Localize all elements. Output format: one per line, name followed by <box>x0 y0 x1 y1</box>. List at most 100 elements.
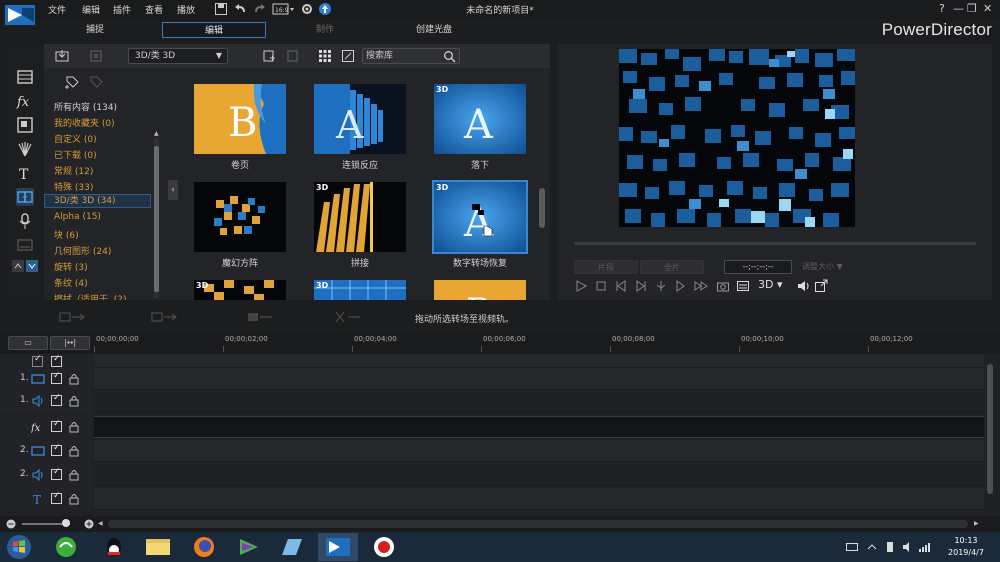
scroll-right-icon[interactable]: ▶ <box>974 520 979 527</box>
firefox-icon[interactable] <box>184 533 224 561</box>
particle-room-icon[interactable] <box>16 140 34 158</box>
category-custom[interactable]: 自定义 (0) <box>54 132 97 145</box>
transition-room-icon[interactable] <box>16 188 34 206</box>
lock-icon[interactable] <box>68 444 80 458</box>
clip-mode-button[interactable]: 片段 <box>574 260 638 274</box>
resize-dropdown[interactable]: 调整大小 ▼ <box>802 260 858 274</box>
media-room-icon[interactable] <box>16 68 34 86</box>
movie-mode-button[interactable]: 全片 <box>640 260 704 274</box>
fast-forward-icon[interactable] <box>694 279 708 293</box>
split-icon[interactable] <box>654 279 668 293</box>
fx-room-icon[interactable]: fx <box>16 92 34 110</box>
usb-device-icon[interactable] <box>884 541 896 553</box>
note-app-icon[interactable] <box>272 533 312 561</box>
track-enable-checkbox[interactable] <box>51 354 62 367</box>
trim-icon[interactable] <box>150 310 180 324</box>
lock-icon[interactable] <box>68 468 80 482</box>
track-lane[interactable] <box>94 354 984 368</box>
file-explorer-icon[interactable] <box>138 533 178 561</box>
speaker-icon[interactable] <box>902 541 914 553</box>
pip-room-icon[interactable] <box>16 116 34 134</box>
play-icon[interactable] <box>574 279 588 293</box>
fix-enhance-icon[interactable] <box>246 310 276 324</box>
time-ruler[interactable]: 00;00;00;00 00;00;02;00 00;00;04;00 00;0… <box>94 332 986 354</box>
plugin-icon[interactable] <box>89 49 103 63</box>
taskbar-clock[interactable]: 10:13 2019/4/7 <box>936 535 996 559</box>
grid-scrollbar[interactable] <box>538 68 546 300</box>
category-stripe[interactable]: 条纹 (4) <box>54 276 88 289</box>
category-rotate[interactable]: 旋转 (3) <box>54 260 88 273</box>
fit-timeline-button[interactable]: |↔| <box>50 336 90 350</box>
search-input[interactable] <box>366 50 442 62</box>
track-lane[interactable] <box>94 416 984 438</box>
remove-tag-icon[interactable] <box>88 74 104 90</box>
network-icon[interactable] <box>918 541 930 553</box>
subtitle-icon[interactable] <box>736 279 750 293</box>
3d-mode-button[interactable]: 3D ▾ <box>758 278 783 291</box>
arrow-up-icon[interactable] <box>12 260 24 272</box>
category-special[interactable]: 特殊 (33) <box>54 180 93 193</box>
undock-icon[interactable] <box>814 279 828 293</box>
track-lane[interactable] <box>94 440 984 462</box>
track-enable-checkbox[interactable] <box>51 443 62 456</box>
library-filter-select[interactable]: 3D/类 3D ▼ <box>128 48 228 64</box>
category-3d[interactable]: 3D/类 3D (34) <box>44 194 151 208</box>
screen-recorder-icon[interactable] <box>364 533 404 561</box>
title-room-icon[interactable]: T <box>16 164 34 182</box>
keyboard-icon[interactable] <box>846 541 858 553</box>
track-enable-checkbox[interactable] <box>51 467 62 480</box>
track-enable-checkbox[interactable] <box>51 393 62 406</box>
tab-create-disc[interactable]: 创建光盘 <box>394 22 474 38</box>
browser-360-icon[interactable] <box>46 533 86 561</box>
track-enable-checkbox[interactable] <box>51 419 62 432</box>
search-icon[interactable] <box>443 50 456 63</box>
stop-icon[interactable] <box>594 279 608 293</box>
arrow-down-icon[interactable] <box>26 260 38 272</box>
zoom-slider-knob[interactable] <box>62 519 70 527</box>
subtitle-room-icon[interactable] <box>16 236 34 254</box>
modify-icon[interactable] <box>58 310 88 324</box>
category-block[interactable]: 块 (6) <box>54 228 79 241</box>
next-scene-icon[interactable] <box>674 279 688 293</box>
help-button[interactable]: ? <box>939 2 945 15</box>
lock-icon[interactable] <box>68 394 80 408</box>
category-all[interactable]: 所有内容 (134) <box>54 100 117 113</box>
media-player-icon[interactable] <box>228 533 268 561</box>
zoom-in-icon[interactable] <box>84 519 94 529</box>
tab-edit[interactable]: 编辑 <box>162 22 266 38</box>
category-favorites[interactable]: 我的收藏夹 (0) <box>54 116 115 129</box>
category-general[interactable]: 常规 (12) <box>54 164 93 177</box>
tab-produce[interactable]: 制作 <box>290 22 360 38</box>
collapse-panel-button[interactable]: ‹ <box>168 180 178 200</box>
minimize-button[interactable]: — <box>953 2 964 15</box>
category-geometric[interactable]: 几何图形 (24) <box>54 244 111 257</box>
start-button-icon[interactable] <box>4 533 34 561</box>
favorite-icon[interactable] <box>286 49 300 63</box>
expand-view-icon[interactable] <box>341 49 355 63</box>
track-lane[interactable] <box>94 390 984 412</box>
category-downloaded[interactable]: 已下载 (0) <box>54 148 97 161</box>
track-lane[interactable] <box>94 464 984 486</box>
volume-icon[interactable] <box>796 279 810 293</box>
track-lane[interactable] <box>94 368 984 390</box>
timecode-display[interactable]: --;--;--;-- <box>724 260 792 274</box>
track-enable-checkbox[interactable] <box>51 371 62 384</box>
add-to-timeline-icon[interactable] <box>262 49 276 63</box>
powerdirector-taskbar-icon[interactable] <box>318 533 358 561</box>
preview-seek-bar[interactable] <box>574 242 976 245</box>
lock-icon[interactable] <box>68 492 80 506</box>
snapshot-icon[interactable] <box>716 279 730 293</box>
show-hidden-icons-icon[interactable] <box>866 541 878 553</box>
timeline-vertical-scrollbar[interactable] <box>986 358 994 518</box>
track-lane[interactable] <box>94 488 984 510</box>
category-scrollbar[interactable] <box>154 138 159 298</box>
category-alpha[interactable]: Alpha (15) <box>54 212 101 222</box>
close-button[interactable]: ✕ <box>983 2 992 15</box>
scroll-left-icon[interactable]: ◀ <box>98 520 103 527</box>
restore-button[interactable]: ❐ <box>967 2 977 15</box>
zoom-out-icon[interactable] <box>6 519 16 529</box>
add-tag-icon[interactable] <box>64 74 80 90</box>
track-select-all-checkbox[interactable] <box>32 354 43 367</box>
timeline-view-button[interactable]: ▭ <box>8 336 48 350</box>
previous-frame-icon[interactable] <box>614 279 628 293</box>
